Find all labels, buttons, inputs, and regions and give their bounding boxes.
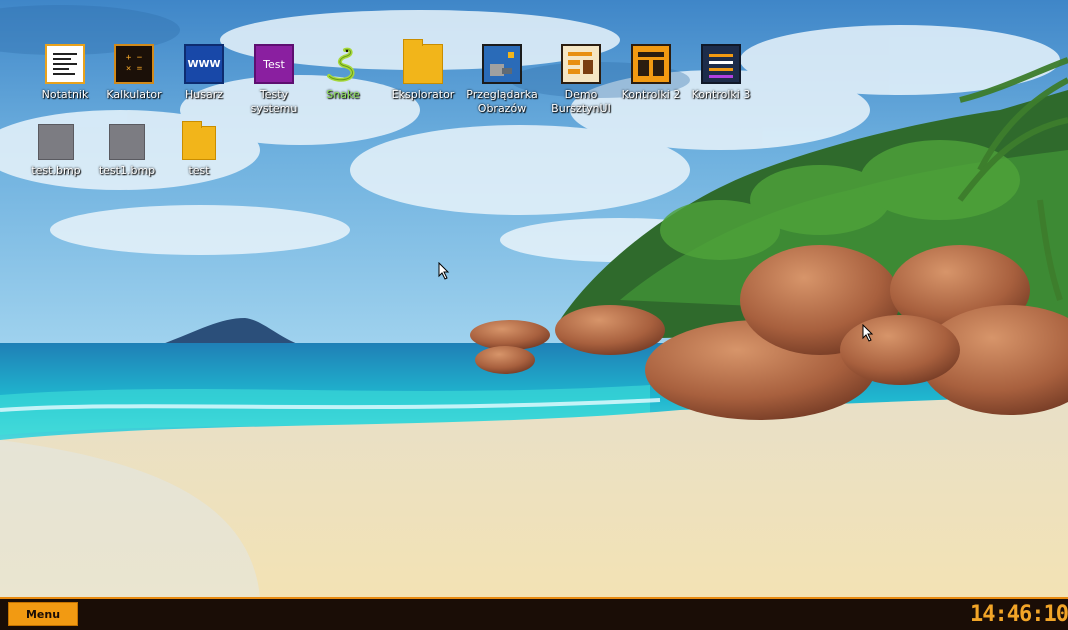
folder-icon <box>182 121 216 160</box>
desktop-icon-test-folder[interactable]: test <box>159 121 239 178</box>
desktop-icon-test1-bmp[interactable]: test1.bmp <box>87 124 167 178</box>
sliders-icon <box>701 44 741 84</box>
image-viewer-icon <box>482 44 522 84</box>
desktop-icon-notatnik[interactable]: Notatnik <box>25 44 105 102</box>
desktop-icon-label: test1.bmp <box>98 164 156 177</box>
test-icon: Test <box>254 44 294 84</box>
desktop-icon-kontrolki-2[interactable]: Kontrolki 2 <box>611 44 691 102</box>
bmp-file-icon <box>109 124 145 160</box>
desktop-icon-label: Kontrolki 3 <box>691 88 751 101</box>
controls-layout-icon <box>631 44 671 84</box>
notepad-icon <box>45 44 85 84</box>
desktop-icon-label: Snake <box>326 88 360 101</box>
desktop-icon-label: Eksplorator <box>391 88 455 101</box>
mouse-cursor-icon <box>438 262 450 280</box>
desktop-icon-label: Notatnik <box>41 88 89 101</box>
desktop-icon-snake[interactable]: Snake <box>303 44 383 102</box>
desktop-icon-przegladarka-obrazow[interactable]: Przeglądarka Obrazów <box>462 44 542 116</box>
desktop-icon-label: Kontrolki 2 <box>621 88 681 101</box>
desktop-icon-label: Kalkulator <box>106 88 162 101</box>
desktop-icon-label: Demo BursztynUI <box>551 88 611 115</box>
desktop-icon-label: Przeglądarka Obrazów <box>466 88 538 115</box>
snake-icon <box>323 44 363 84</box>
demo-window-icon <box>561 44 601 84</box>
desktop-icon-label: test <box>188 164 210 177</box>
desktop-icon-testy-systemu[interactable]: Test Testy systemu <box>234 44 314 116</box>
mouse-cursor-icon <box>862 324 874 342</box>
browser-www-icon: WWW <box>184 44 224 84</box>
desktop-icon-husarz[interactable]: WWW Husarz <box>164 44 244 102</box>
desktop-icon-kalkulator[interactable]: + − × = Kalkulator <box>94 44 174 102</box>
desktop-icon-eksplorator[interactable]: Eksplorator <box>383 39 463 102</box>
start-menu-button[interactable]: Menu <box>8 602 78 626</box>
bmp-file-icon <box>38 124 74 160</box>
taskbar: Menu 14:46:10 <box>0 597 1068 630</box>
desktop-icon-label: Testy systemu <box>250 88 298 115</box>
desktop-icon-label: test.bmp <box>31 164 81 177</box>
desktop-icon-kontrolki-3[interactable]: Kontrolki 3 <box>681 44 761 102</box>
folder-icon <box>403 39 443 84</box>
desktop-icon-test-bmp[interactable]: test.bmp <box>16 124 96 178</box>
desktop-icon-label: Husarz <box>184 88 223 101</box>
taskbar-clock: 14:46:10 <box>970 602 1068 627</box>
desktop-icon-demo-bursztynui[interactable]: Demo BursztynUI <box>541 44 621 116</box>
calculator-icon: + − × = <box>114 44 154 84</box>
